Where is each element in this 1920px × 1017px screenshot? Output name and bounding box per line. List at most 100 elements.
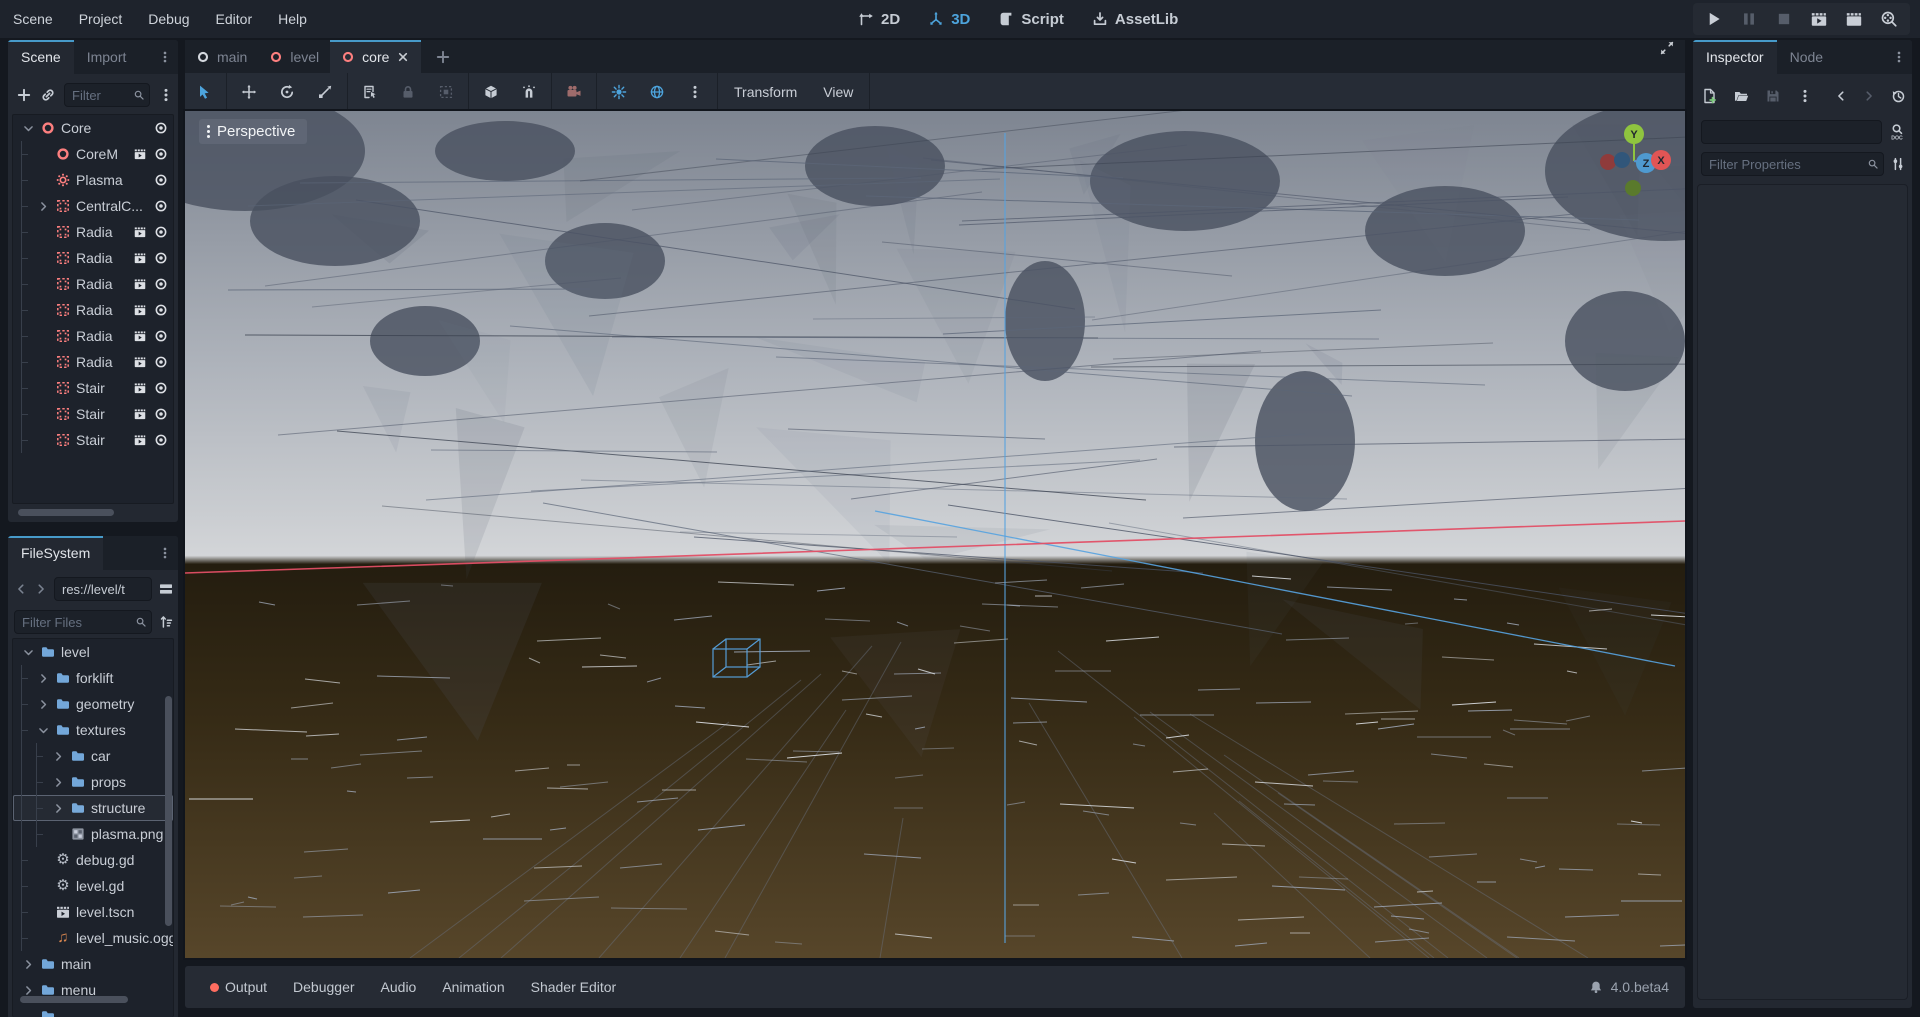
visibility-toggle-button[interactable] — [154, 173, 168, 187]
notification-bell-icon[interactable] — [1589, 980, 1603, 994]
scene-tree-row[interactable]: Radia — [13, 271, 173, 297]
scene-tree-hscrollbar[interactable] — [18, 509, 114, 516]
fs-forward-button[interactable] — [34, 582, 48, 596]
play-button[interactable] — [1705, 10, 1723, 28]
filesystem-tree-row[interactable]: level.tscn — [13, 899, 173, 925]
menu-project[interactable]: Project — [66, 0, 136, 38]
group-selected-button[interactable] — [427, 73, 465, 111]
scene-tree-row[interactable]: Radia — [13, 349, 173, 375]
bottom-tab-animation[interactable]: Animation — [429, 966, 517, 1008]
movie-maker-button[interactable] — [1880, 10, 1898, 28]
view-menu[interactable]: View — [810, 84, 866, 100]
instance-scene-button[interactable] — [40, 87, 56, 103]
filesystem-tree-row[interactable]: level — [13, 639, 173, 665]
filesystem-tree-row[interactable]: textures — [13, 717, 173, 743]
fs-path-field[interactable] — [54, 577, 152, 601]
fs-filter-input[interactable] — [14, 610, 152, 634]
inspector-dock-tabstrip-options[interactable] — [1892, 40, 1912, 74]
scene-tree-row[interactable]: Stair — [13, 401, 173, 427]
object-name-field[interactable] — [1701, 120, 1882, 144]
filesystem-tree-row[interactable] — [13, 1003, 173, 1017]
new-resource-button[interactable] — [1701, 77, 1725, 115]
play-custom-scene-button[interactable] — [1845, 10, 1863, 28]
scene-tab-core[interactable]: core — [330, 40, 421, 73]
close-tab-button[interactable] — [396, 50, 410, 64]
open-in-editor-button[interactable] — [133, 225, 147, 239]
save-resource-button[interactable] — [1757, 77, 1789, 115]
filesystem-dock-tab-filesystem[interactable]: FileSystem — [8, 536, 103, 570]
lock-selected-button[interactable] — [389, 73, 427, 111]
open-in-editor-button[interactable] — [133, 251, 147, 265]
history-forward-button[interactable] — [1855, 77, 1883, 115]
transform-menu[interactable]: Transform — [721, 84, 810, 100]
fs-vscrollbar[interactable] — [165, 696, 172, 926]
play-scene-button[interactable] — [1810, 10, 1828, 28]
snap-object-to-floor-button[interactable] — [472, 73, 510, 111]
scale-mode-button[interactable] — [306, 73, 344, 111]
filesystem-tree-row[interactable]: props — [13, 769, 173, 795]
bottom-tab-debugger[interactable]: Debugger — [280, 966, 368, 1008]
new-scene-tab-button[interactable] — [421, 40, 465, 73]
scene-tree-row[interactable]: Radia — [13, 219, 173, 245]
bottom-tab-shader-editor[interactable]: Shader Editor — [518, 966, 630, 1008]
load-resource-button[interactable] — [1725, 77, 1757, 115]
open-in-editor-button[interactable] — [133, 303, 147, 317]
open-in-editor-button[interactable] — [133, 355, 147, 369]
switcher-2d[interactable]: 2D — [858, 11, 900, 28]
list-select-button[interactable] — [351, 73, 389, 111]
visibility-toggle-button[interactable] — [154, 407, 168, 421]
fs-back-button[interactable] — [14, 582, 28, 596]
visibility-toggle-button[interactable] — [154, 329, 168, 343]
inspector-dock-tab-inspector[interactable]: Inspector — [1693, 40, 1777, 74]
expander-right-icon[interactable] — [37, 200, 50, 213]
open-documentation-button[interactable]: DOC — [1888, 123, 1906, 141]
filesystem-tree-row[interactable]: plasma.png — [13, 821, 173, 847]
filesystem-tree-row[interactable]: ⚙level.gd — [13, 873, 173, 899]
expander-down-icon[interactable] — [22, 122, 35, 135]
history-back-button[interactable] — [1827, 77, 1855, 115]
scene-tree-row[interactable]: Plasma — [13, 167, 173, 193]
perspective-menu[interactable]: Perspective — [199, 119, 307, 144]
add-node-button[interactable] — [16, 87, 32, 103]
distraction-free-button[interactable] — [1659, 40, 1675, 56]
fs-split-mode-button[interactable] — [158, 581, 174, 597]
filesystem-tree-row[interactable]: main — [13, 951, 173, 977]
open-in-editor-button[interactable] — [133, 407, 147, 421]
property-tools-icon[interactable] — [1890, 156, 1906, 172]
toggle-sun-button[interactable] — [600, 73, 638, 111]
switcher-script[interactable]: Script — [998, 11, 1064, 28]
open-in-editor-button[interactable] — [133, 381, 147, 395]
inspector-filter-input[interactable] — [1701, 152, 1884, 176]
inspector-dock-tab-node[interactable]: Node — [1777, 40, 1836, 74]
fs-hscrollbar[interactable] — [20, 996, 128, 1003]
expander-right-icon[interactable] — [22, 958, 35, 971]
open-in-editor-button[interactable] — [133, 277, 147, 291]
pause-button[interactable] — [1740, 10, 1758, 28]
visibility-toggle-button[interactable] — [154, 277, 168, 291]
visibility-toggle-button[interactable] — [154, 147, 168, 161]
rotate-mode-button[interactable] — [268, 73, 306, 111]
view-axis-gizmo[interactable]: ZXY — [1584, 112, 1684, 212]
scene-tree-row[interactable]: Stair — [13, 427, 173, 453]
switcher-3d[interactable]: 3D — [928, 11, 970, 28]
preview-camera-button[interactable] — [555, 73, 593, 111]
resource-options-button[interactable] — [1789, 77, 1821, 115]
filesystem-dock-tabstrip-options[interactable] — [158, 536, 178, 570]
stop-button[interactable] — [1775, 10, 1793, 28]
expander-right-icon[interactable] — [37, 698, 50, 711]
scene-dock-tabstrip-options[interactable] — [158, 40, 178, 74]
fs-sort-button[interactable] — [158, 614, 174, 630]
open-in-editor-button[interactable] — [133, 147, 147, 161]
scene-tree-row[interactable]: CentralC... — [13, 193, 173, 219]
select-mode-button[interactable] — [185, 73, 223, 111]
scene-tab-main[interactable]: main — [185, 40, 258, 73]
sun-environment-options-button[interactable] — [676, 73, 714, 111]
filesystem-tree-row[interactable]: ♫level_music.ogg — [13, 925, 173, 951]
scene-tree-row[interactable]: Radia — [13, 297, 173, 323]
filesystem-tree-row[interactable]: structure — [13, 795, 173, 821]
visibility-toggle-button[interactable] — [154, 381, 168, 395]
filesystem-tree-row[interactable]: forklift — [13, 665, 173, 691]
menu-editor[interactable]: Editor — [203, 0, 266, 38]
scene-tree-row[interactable]: Core — [13, 115, 173, 141]
scene-tab-level[interactable]: level — [258, 40, 330, 73]
